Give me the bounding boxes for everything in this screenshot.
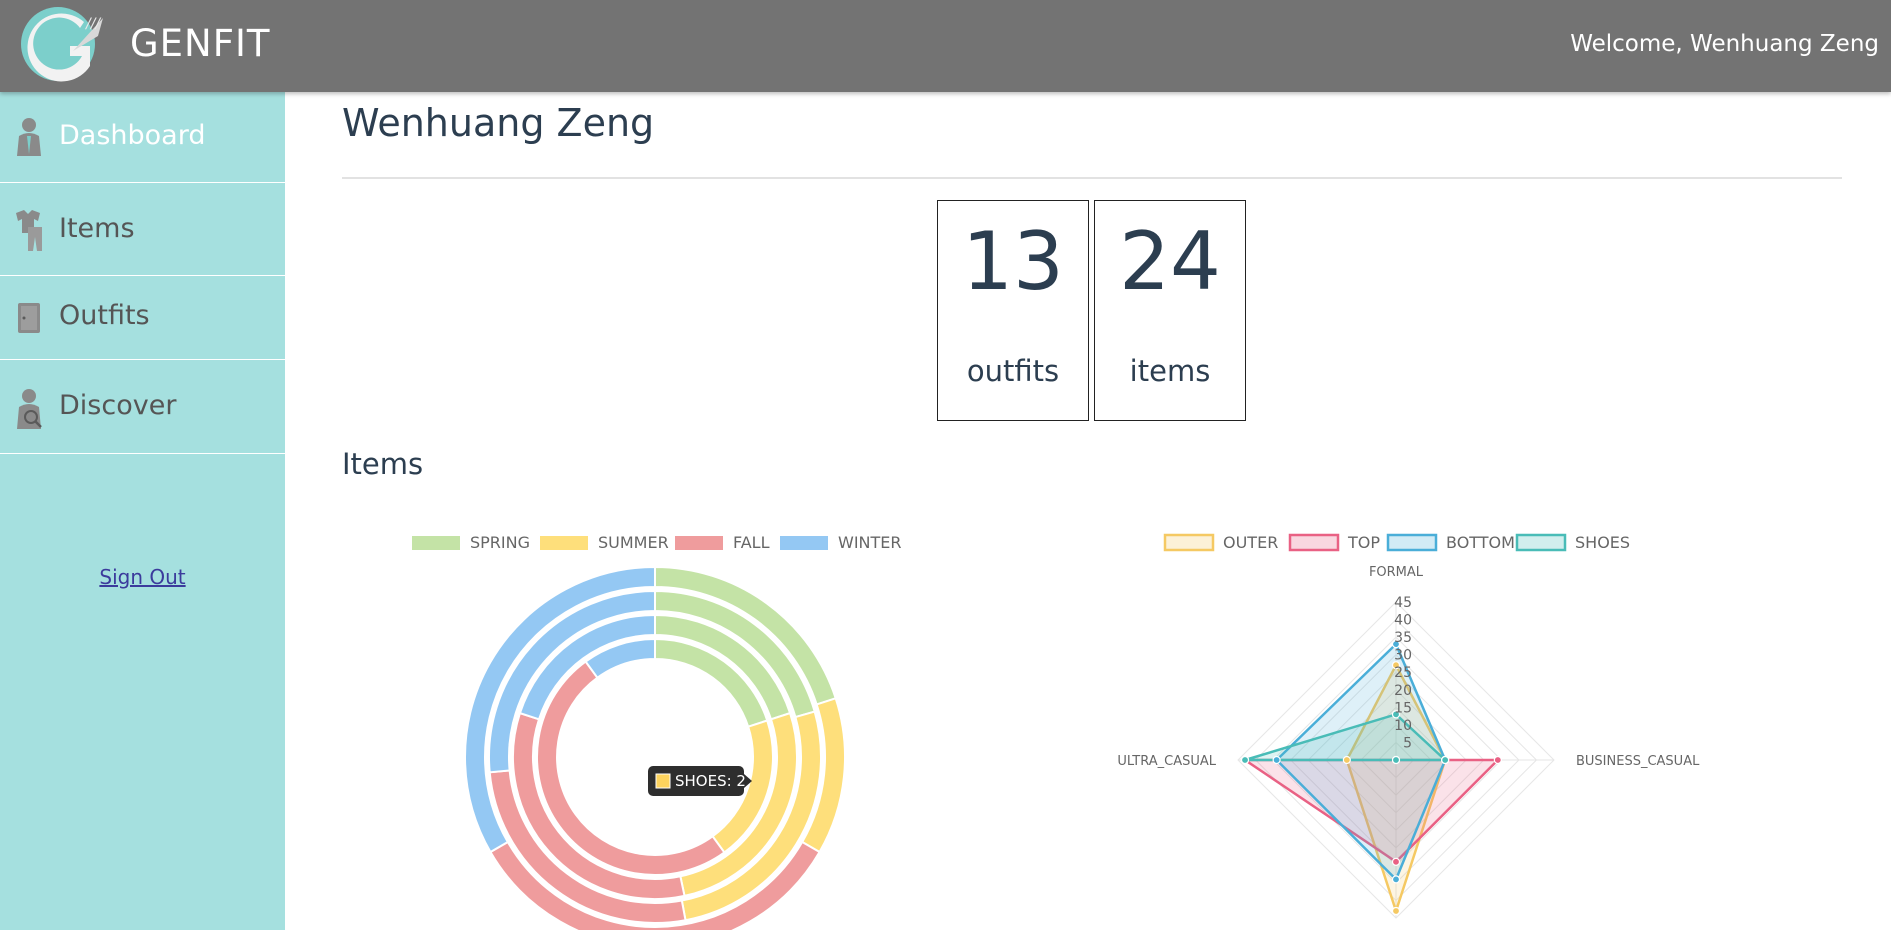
radar-point-top — [1391, 857, 1401, 866]
legend-swatch — [1386, 533, 1438, 552]
legend-label: FALL — [733, 533, 770, 552]
axis-label: FORMAL — [1369, 565, 1424, 580]
search-person-icon — [17, 389, 42, 429]
legend-swatch — [540, 536, 588, 550]
stat-label: outfits — [966, 354, 1060, 388]
sidebar-item-label: Discover — [59, 390, 177, 421]
tick-label: 20 — [1394, 683, 1412, 699]
divider — [342, 177, 1842, 179]
sidebar-item-discover[interactable]: Discover — [0, 360, 285, 454]
radar-point-outer — [1391, 906, 1401, 916]
season-doughnut-chart[interactable]: SPRING SUMMER FALL WINTER SHOES: 2 — [400, 525, 920, 930]
sidebar-item-outfits[interactable]: Outfits — [0, 276, 285, 360]
legend-label: SPRING — [470, 533, 530, 552]
radar-point-outer — [1342, 755, 1351, 765]
sign-out-link[interactable]: Sign Out — [0, 565, 285, 589]
tick-label: 5 — [1403, 735, 1412, 751]
genfit-logo-icon[interactable]: /// — [18, 6, 110, 86]
tick-label: 30 — [1394, 648, 1412, 664]
tooltip-label: SHOES: 2 — [675, 772, 746, 790]
legend-label: WINTER — [838, 533, 902, 552]
legend-swatch — [1163, 533, 1215, 552]
tooltip-swatch — [655, 773, 671, 789]
legend-label: SUMMER — [598, 533, 669, 552]
axis-label: BUSINESS_CASUAL — [1576, 754, 1700, 769]
radar-series-bottom — [1274, 641, 1447, 882]
legend-swatch — [675, 536, 723, 550]
chart-tooltip: SHOES: 2 — [648, 766, 752, 796]
legend-swatch — [780, 536, 828, 550]
wardrobe-icon — [18, 303, 40, 333]
radar-point-bottom — [1391, 875, 1401, 884]
sidebar-item-items[interactable]: Items — [0, 183, 285, 276]
axis-label: ULTRA_CASUAL — [1117, 754, 1216, 769]
tick-label: 10 — [1394, 718, 1412, 734]
person-icon — [17, 118, 41, 156]
legend-swatch — [412, 536, 460, 550]
tick-label: 40 — [1394, 613, 1412, 629]
stat-value: 24 — [1119, 215, 1221, 308]
sidebar-item-label: Outfits — [59, 300, 150, 331]
legend-label: TOP — [1347, 533, 1380, 552]
radar-point-top — [1493, 755, 1502, 765]
clothes-icon — [16, 210, 42, 251]
sidebar-item-label: Items — [59, 213, 135, 244]
section-title: Items — [342, 447, 424, 481]
legend-label: BOTTOM — [1446, 533, 1515, 552]
radar-point-shoes — [1441, 755, 1450, 765]
style-radar-chart[interactable]: OUTER TOP BOTTOM SHOES 510 1520 2530 3540 45 FORM… — [1110, 525, 1710, 930]
welcome-message: Welcome, Wenhuang Zeng — [1570, 31, 1879, 57]
stat-value: 13 — [962, 215, 1064, 308]
sidebar-item-dashboard[interactable]: Dashboard — [0, 92, 285, 183]
stat-card-outfits: 13 outfits — [937, 200, 1089, 421]
top-bar: /// GENFIT Welcome, Wenhuang Zeng — [0, 0, 1891, 92]
tick-label: 35 — [1394, 630, 1412, 646]
legend-label: OUTER — [1223, 533, 1278, 552]
sidebar: Dashboard Items Outfits Discover Sign Ou… — [0, 92, 285, 930]
radar-point-shoes — [1391, 755, 1401, 765]
sidebar-item-label: Dashboard — [59, 120, 206, 151]
tick-label: 45 — [1394, 595, 1412, 611]
tick-label: 15 — [1394, 700, 1412, 716]
brand-name[interactable]: GENFIT — [130, 22, 271, 65]
radar-point-bottom — [1272, 755, 1281, 765]
legend-swatch — [1288, 533, 1340, 552]
doughnut-segment-bottom-summer — [679, 711, 798, 898]
stat-card-items: 24 items — [1094, 200, 1246, 421]
stat-label: items — [1129, 354, 1211, 388]
radar-point-shoes — [1240, 755, 1250, 765]
svg-text:///: /// — [84, 16, 101, 32]
page-title: Wenhuang Zeng — [342, 101, 655, 145]
tick-label: 25 — [1394, 665, 1412, 681]
legend-label: SHOES — [1575, 533, 1630, 552]
legend-swatch — [1515, 533, 1567, 552]
